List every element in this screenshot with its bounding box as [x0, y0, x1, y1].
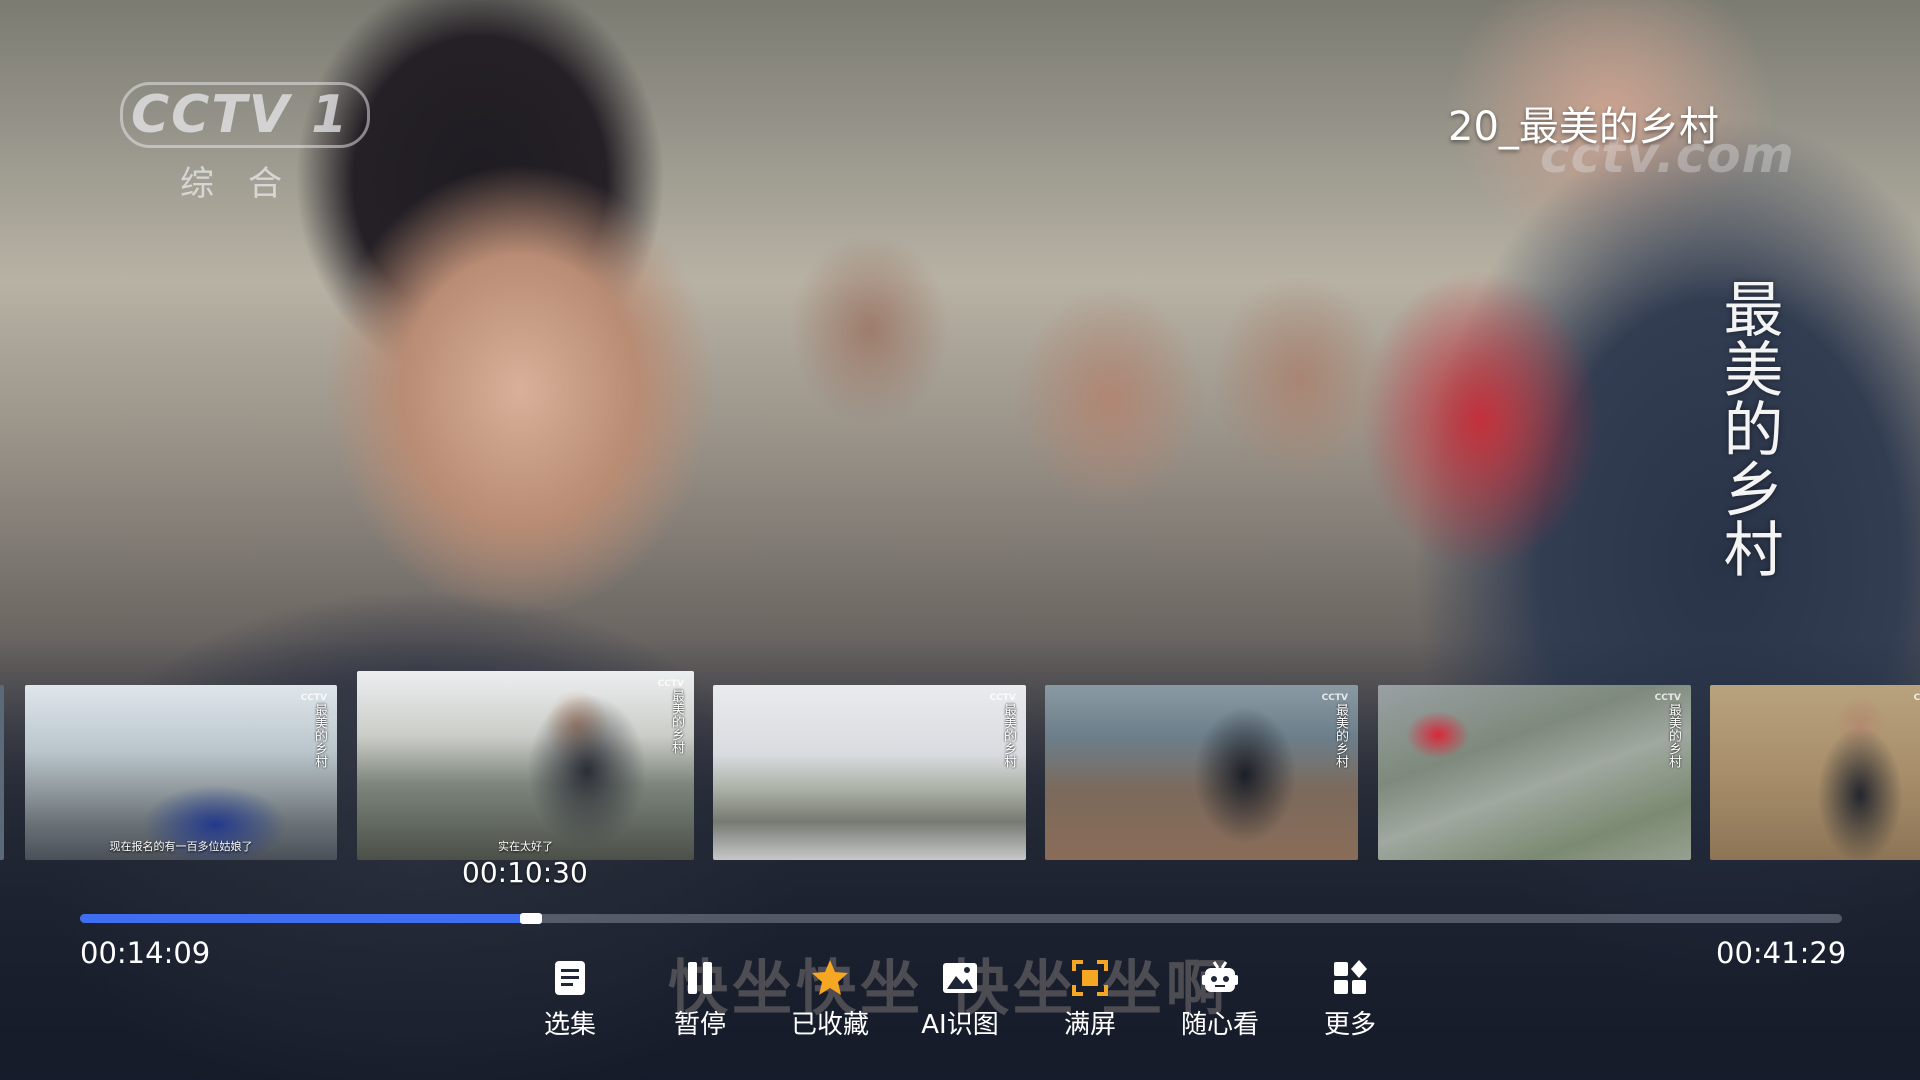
thumbnail[interactable]: CCTV — [1710, 685, 1920, 860]
image-recognition-icon — [940, 958, 980, 998]
pause-icon — [680, 958, 720, 998]
random-watch-button[interactable]: 随心看 — [1165, 958, 1275, 1041]
channel-brand: CCTV 1 — [120, 82, 371, 148]
channel-logo: CCTV 1 综合 — [120, 82, 371, 205]
channel-subtitle: 综合 — [180, 164, 316, 204]
thumbnail-strip[interactable]: CCTV 最美的乡村 现在报名的有一百多位姑娘了 CCTV 最美的乡村 实在太好… — [0, 671, 1920, 860]
fullscreen-button[interactable]: 满屏 — [1035, 958, 1145, 1041]
progress-handle[interactable] — [520, 913, 543, 924]
ai-recognize-button[interactable]: AI识图 — [905, 958, 1015, 1041]
thumbnail[interactable]: CCTV 最美的乡村 — [1378, 685, 1691, 860]
thumbnail-logo: CCTV — [657, 679, 684, 689]
ai-recognize-label: AI识图 — [921, 1010, 999, 1040]
random-watch-label: 随心看 — [1180, 1010, 1259, 1040]
episodes-label: 选集 — [543, 1010, 596, 1040]
star-icon — [810, 958, 850, 998]
progress-bar[interactable] — [80, 913, 1842, 924]
thumbnail-caption: 现在报名的有一百多位姑娘了 — [109, 840, 253, 853]
fullscreen-icon — [1070, 958, 1110, 998]
more-label: 更多 — [1323, 1010, 1376, 1040]
thumbnail-vertical-text: 最美的乡村 — [1333, 703, 1348, 768]
favorite-label: 已收藏 — [790, 1010, 869, 1040]
more-grid-icon — [1330, 958, 1370, 998]
progress-fill — [80, 914, 532, 923]
thumbnail-logo: CCTV — [300, 693, 327, 703]
fullscreen-label: 满屏 — [1063, 1010, 1116, 1040]
pause-button[interactable]: 暂停 — [645, 958, 755, 1041]
pause-label: 暂停 — [673, 1010, 726, 1040]
control-bar: 选集 暂停 已收藏 AI识图 满屏 随心看 更多 — [0, 958, 1920, 1058]
thumbnail-logo: CCTV — [1654, 693, 1681, 703]
thumbnail-vertical-text: 最美的乡村 — [669, 689, 684, 754]
episodes-button[interactable]: 选集 — [515, 958, 625, 1041]
seek-preview-time: 00:10:30 — [462, 856, 588, 889]
thumbnail-logo: CCTV — [989, 693, 1016, 703]
thumbnail[interactable] — [0, 685, 4, 860]
episode-list-icon — [550, 958, 590, 998]
thumbnail[interactable]: CCTV 最美的乡村 — [1045, 685, 1358, 860]
thumbnail-vertical-text: 最美的乡村 — [312, 703, 327, 768]
favorite-button[interactable]: 已收藏 — [775, 958, 885, 1041]
thumbnail-caption: 实在太好了 — [498, 840, 553, 853]
thumbnail[interactable]: CCTV 最美的乡村 — [713, 685, 1026, 860]
thumbnail-vertical-text: 最美的乡村 — [1001, 703, 1016, 768]
thumbnail-selected[interactable]: CCTV 最美的乡村 实在太好了 — [357, 671, 694, 860]
more-button[interactable]: 更多 — [1295, 958, 1405, 1041]
thumbnail-logo: CCTV — [1913, 693, 1920, 703]
thumbnail-logo: CCTV — [1321, 693, 1348, 703]
robot-tv-icon — [1200, 958, 1240, 998]
episode-title: 20_最美的乡村 — [1448, 104, 1719, 150]
thumbnail[interactable]: CCTV 最美的乡村 现在报名的有一百多位姑娘了 — [25, 685, 337, 860]
thumbnail-vertical-text: 最美的乡村 — [1666, 703, 1681, 768]
program-vertical-title: 最美的乡村 — [1713, 278, 1783, 578]
